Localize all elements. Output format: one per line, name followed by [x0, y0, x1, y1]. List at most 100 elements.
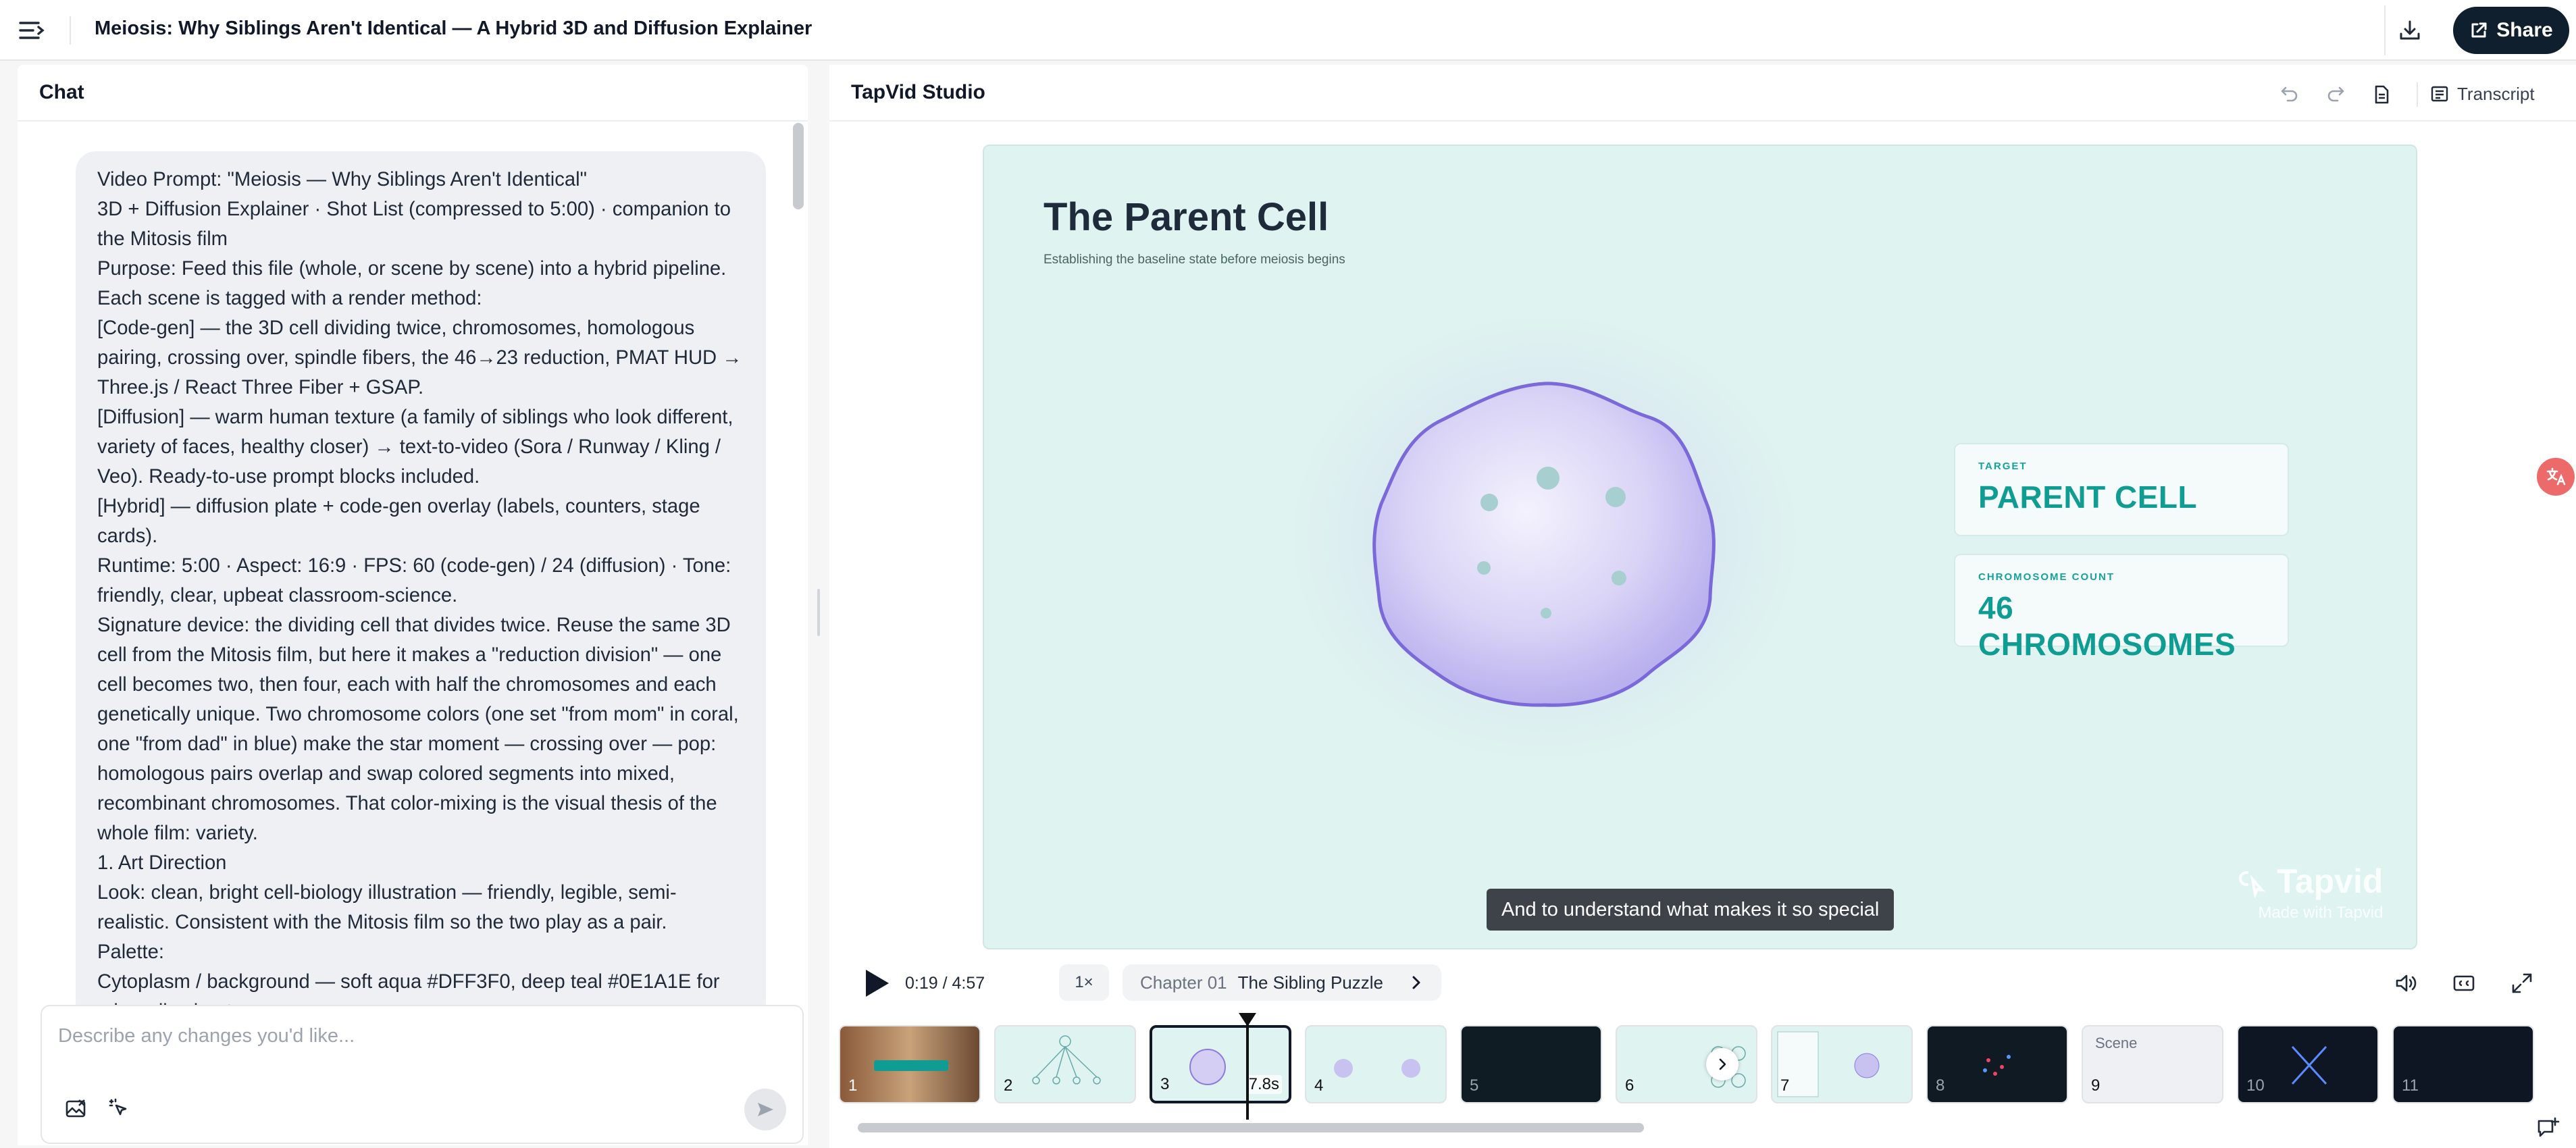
chat-input-box[interactable]: Describe any changes you'd like... [41, 1005, 804, 1144]
panel-resize-handle[interactable] [817, 589, 820, 636]
captions-button[interactable] [2449, 968, 2479, 998]
message-line: [Diffusion] — warm human texture (a fami… [97, 407, 733, 488]
subtitle-caption: And to understand what makes it so speci… [1487, 889, 1895, 931]
chevron-right-icon [1719, 1058, 1726, 1070]
video-preview[interactable]: The Parent Cell Establishing the baselin… [983, 145, 2417, 949]
message-line: Signature device: the dividing cell that… [97, 615, 739, 844]
top-divider [70, 16, 71, 45]
scene-thumbnail-1[interactable]: 1 [839, 1025, 981, 1103]
volume-icon [2396, 974, 2417, 992]
select-element-button[interactable] [104, 1094, 134, 1124]
scene-thumbnail-4[interactable]: 4 [1305, 1025, 1447, 1103]
scene-number: 3 [1160, 1075, 1170, 1093]
timeline-playhead[interactable] [1246, 1018, 1249, 1120]
message-line: Runtime: 5:00 · Aspect: 16:9 · FPS: 60 (… [97, 555, 731, 606]
sidebar-toggle-button[interactable] [18, 18, 46, 43]
chromosome-count-value: 46 CHROMOSOMES [1978, 590, 2236, 662]
scene-thumbnail-10[interactable]: 10 [2237, 1025, 2379, 1103]
volume-button[interactable] [2391, 968, 2421, 998]
scene-number: 8 [1936, 1076, 1945, 1095]
project-title: Meiosis: Why Siblings Aren't Identical —… [95, 18, 813, 39]
message-line: Palette: [97, 941, 164, 963]
share-external-icon [2471, 22, 2487, 38]
player-controls: 0:19 / 4:57 1× Chapter 01 The Sibling Pu… [850, 956, 2565, 1010]
scene-thumbnail-8[interactable]: 8 [1926, 1025, 2068, 1103]
transcript-button[interactable]: Transcript [2430, 78, 2535, 109]
scene-number: 11 [2402, 1076, 2419, 1095]
header-divider [2417, 82, 2418, 107]
document-icon [2375, 85, 2389, 104]
chat-scroll-area[interactable]: Video Prompt: "Meiosis — Why Siblings Ar… [18, 123, 808, 1068]
scene-thumbnail-5[interactable]: 5 [1460, 1025, 1602, 1103]
user-message-bubble: Video Prompt: "Meiosis — Why Siblings Ar… [76, 151, 766, 1022]
chapter-number: Chapter 01 [1140, 972, 1227, 993]
image-attach-button[interactable] [61, 1094, 91, 1124]
target-label: TARGET [1978, 461, 2028, 472]
scene-number: 10 [2246, 1076, 2265, 1095]
send-icon [758, 1103, 773, 1116]
scene-title: The Parent Cell [1044, 195, 1329, 239]
document-button[interactable] [2368, 81, 2395, 108]
time-display: 0:19 / 4:57 [905, 974, 985, 993]
organelle [1480, 494, 1498, 511]
scene-number: 7 [1780, 1076, 1790, 1095]
transcript-label: Transcript [2457, 83, 2535, 104]
organelle [1612, 571, 1626, 585]
message-line: Look: clean, bright cell-biology illustr… [97, 882, 677, 933]
scene-thumbnail-11[interactable]: 11 [2392, 1025, 2534, 1103]
send-button[interactable] [744, 1089, 786, 1130]
scene-number: 6 [1625, 1076, 1634, 1095]
share-label: Share [2496, 19, 2553, 41]
timeline-scroll-right-button[interactable] [1706, 1048, 1738, 1080]
tapvid-logo-icon [2238, 871, 2266, 898]
floating-helper-button[interactable] [2537, 458, 2575, 496]
scene-subtitle: Establishing the baseline state before m… [1044, 253, 1345, 267]
watermark: Tapvid Made with Tapvid [2238, 862, 2383, 922]
play-button[interactable] [862, 967, 892, 999]
target-value: PARENT CELL [1978, 479, 2198, 515]
chromosome-count-label: CHROMOSOME COUNT [1978, 571, 2115, 583]
organelle [1605, 487, 1626, 507]
playback-speed-button[interactable]: 1× [1059, 964, 1109, 1001]
chat-add-icon [2538, 1117, 2560, 1137]
scene-thumbnail-2[interactable]: 2 [994, 1025, 1136, 1103]
scene-number: 4 [1314, 1076, 1324, 1095]
chat-scrollbar[interactable] [793, 123, 805, 1068]
chat-scrollbar-thumb[interactable] [793, 123, 804, 209]
share-button[interactable]: Share [2453, 7, 2569, 54]
cursor-select-icon [109, 1098, 127, 1116]
feedback-button[interactable] [2531, 1113, 2565, 1145]
download-button[interactable] [2384, 5, 2434, 55]
chromosome-count-card: CHROMOSOME COUNT 46 CHROMOSOMES [1954, 554, 2289, 662]
top-bar: Meiosis: Why Siblings Aren't Identical —… [0, 0, 2576, 61]
redo-button[interactable] [2322, 81, 2349, 108]
scene-number: 9 [2091, 1076, 2101, 1095]
fullscreen-button[interactable] [2507, 968, 2537, 998]
organelle [1541, 608, 1551, 619]
timeline-scrollbar[interactable] [858, 1123, 1644, 1132]
scene-number: 1 [848, 1076, 858, 1095]
scene-number: 2 [1004, 1076, 1013, 1095]
closed-captions-icon [2453, 975, 2475, 991]
play-icon [866, 970, 889, 997]
chat-input[interactable]: Describe any changes you'd like... [58, 1025, 355, 1047]
chevron-right-icon [1412, 976, 1420, 989]
organelle [1537, 467, 1560, 490]
translate-icon [2546, 467, 2566, 486]
transcript-icon [2431, 86, 2448, 102]
undo-button[interactable] [2276, 81, 2303, 108]
chat-panel: Chat Video Prompt: "Meiosis — Why Siblin… [18, 65, 808, 1145]
scene-timeline[interactable]: 1 2 3 7.8s 4 5 6 7 8 Scene 9 10 11 [839, 1020, 2568, 1105]
scene-thumbnail-7[interactable]: 7 [1771, 1025, 1913, 1103]
parent-cell-illustration [1372, 382, 1716, 707]
watermark-brand: Tapvid [2277, 862, 2384, 900]
chat-header: Chat [18, 65, 808, 122]
studio-header: TapVid Studio Transcript [829, 65, 2576, 122]
message-line: [Hybrid] — diffusion plate + code-gen ov… [97, 496, 700, 547]
chapter-selector[interactable]: Chapter 01 The Sibling Puzzle [1123, 964, 1441, 1001]
scene-thumbnail-3[interactable]: 3 7.8s [1150, 1025, 1291, 1103]
playhead-marker[interactable] [1239, 1013, 1256, 1026]
scene-number: 5 [1470, 1076, 1479, 1095]
message-line: 1. Art Direction [97, 852, 227, 874]
scene-thumbnail-9[interactable]: Scene 9 [2082, 1025, 2223, 1103]
